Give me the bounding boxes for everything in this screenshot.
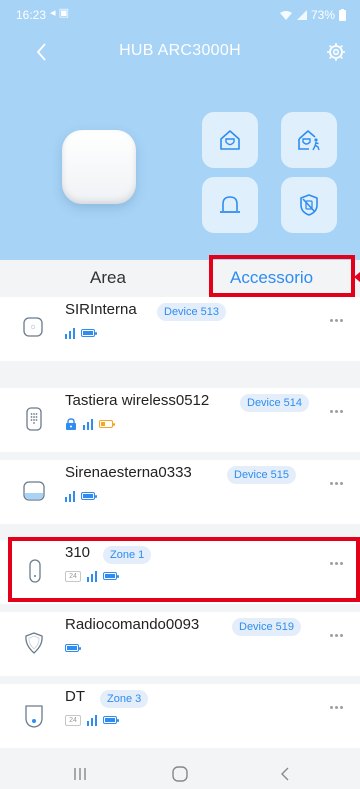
device-badge: Zone 3 (100, 690, 149, 708)
battery-level-icon (103, 716, 119, 724)
device-badge: Device 513 (157, 303, 227, 321)
device-name: DT (65, 688, 85, 705)
motion-detector-icon (25, 705, 43, 728)
device-item[interactable]: Radiocomando0093 Device 519 (0, 612, 360, 676)
hub-device-image (62, 130, 136, 204)
recent-apps-icon[interactable] (70, 764, 90, 784)
header: 16:23 ◂ ▣ 73% HUB ARC3000H (0, 0, 360, 260)
arm-away-icon (298, 130, 320, 151)
battery-level-icon (81, 492, 97, 500)
more-options-icon[interactable] (330, 706, 346, 712)
device-name: Tastiera wireless0512 (65, 392, 210, 409)
device-status: 24 (65, 713, 119, 727)
battery-icon (339, 9, 346, 21)
remote-control-icon (25, 632, 43, 654)
settings-icon[interactable] (324, 40, 348, 64)
temperature-badge: 24 (65, 714, 81, 726)
wifi-icon (279, 10, 292, 20)
device-badge: Device 514 (240, 394, 310, 412)
highlight-box-tab (209, 255, 355, 297)
highlight-box-device (8, 537, 360, 602)
device-badge: Device 515 (227, 466, 297, 484)
tab-area[interactable]: Area (90, 268, 126, 288)
keypad-icon (26, 407, 42, 431)
device-item[interactable]: DT Zone 3 24 (0, 684, 360, 748)
signal-strength-icon (65, 490, 75, 502)
lock-icon (66, 418, 76, 430)
arm-away-button[interactable] (281, 112, 337, 168)
device-status (65, 417, 115, 431)
device-item[interactable]: Tastiera wireless0512 Device 514 (0, 388, 360, 452)
more-options-icon[interactable] (330, 319, 346, 325)
disarm-shield-icon (300, 194, 318, 216)
page-title: HUB ARC3000H (119, 42, 241, 59)
battery-level-icon (81, 329, 97, 337)
notification-icons: ◂ ▣ (50, 7, 69, 19)
device-name: Radiocomando0093 (65, 616, 200, 633)
home-icon[interactable] (170, 764, 190, 784)
system-nav-bar (0, 760, 360, 789)
indoor-siren-icon (23, 317, 43, 337)
battery-percent: 73% (310, 8, 335, 22)
battery-level-icon (99, 420, 115, 428)
more-options-icon[interactable] (330, 410, 346, 416)
signal-strength-icon (87, 714, 97, 726)
arm-home-icon (220, 130, 240, 150)
battery-level-icon (65, 644, 81, 652)
title-bar: HUB ARC3000H (0, 32, 360, 72)
status-bar: 16:23 ◂ ▣ 73% (0, 0, 360, 28)
signal-strength-icon (65, 327, 75, 339)
status-time: 16:23 (16, 8, 47, 22)
outdoor-siren-icon (23, 481, 45, 501)
device-name: Sirenaesterna0333 (65, 464, 192, 481)
device-status (65, 489, 97, 503)
device-item[interactable]: Sirenaesterna0333 Device 515 (0, 460, 360, 524)
arm-home-button[interactable] (202, 112, 258, 168)
device-name: SIRInterna (65, 301, 137, 318)
signal-strength-icon (83, 418, 93, 430)
nav-back-icon[interactable] (276, 764, 296, 784)
disarm-button[interactable] (281, 177, 337, 233)
device-item[interactable]: SIRInterna Device 513 (0, 297, 360, 361)
alarm-bell-button[interactable] (202, 177, 258, 233)
more-options-icon[interactable] (330, 482, 346, 488)
cell-signal-icon (296, 10, 307, 20)
device-status (65, 641, 81, 655)
pointer-arrow-icon (354, 272, 360, 282)
device-list: SIRInterna Device 513 Tastiera wireless0… (0, 297, 360, 760)
more-options-icon[interactable] (330, 634, 346, 640)
device-status (65, 326, 97, 340)
alarm-bell-icon (220, 196, 240, 213)
device-badge: Device 519 (232, 618, 302, 636)
